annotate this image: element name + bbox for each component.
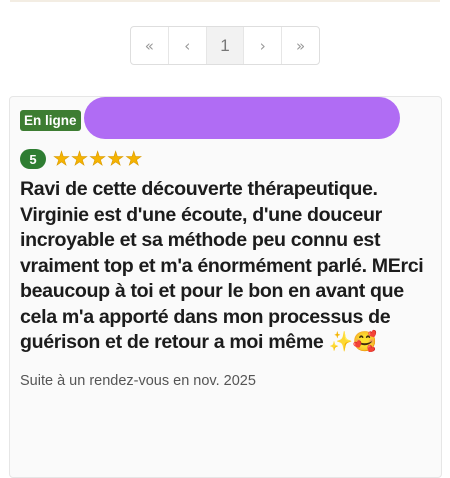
online-status-badge: En ligne [20, 110, 81, 131]
review-text: Ravi de cette découverte thérapeutique. … [20, 178, 424, 353]
rating-badge: 5 [20, 149, 46, 169]
star-icon: ★ [107, 148, 125, 170]
star-icon: ★ [71, 148, 89, 170]
star-rating: ★ ★ ★ ★ ★ [53, 148, 143, 170]
pagination: « ‹ 1 › » [130, 26, 320, 65]
review-card: En ligne - 5 ★ ★ ★ ★ ★ Ravi de cette déc… [9, 96, 442, 478]
previous-page-button[interactable]: ‹ [169, 27, 207, 64]
current-page-button[interactable]: 1 [206, 27, 245, 64]
visit-note: Suite à un rendez-vous en nov. 2025 [20, 373, 256, 389]
star-icon: ★ [53, 148, 71, 170]
last-page-button[interactable]: » [282, 27, 319, 64]
top-divider [10, 0, 440, 2]
first-page-button[interactable]: « [131, 27, 169, 64]
rating-row: 5 ★ ★ ★ ★ ★ [20, 149, 143, 169]
review-meta: En ligne - [20, 110, 89, 131]
next-page-button[interactable]: › [244, 27, 283, 64]
star-icon: ★ [125, 148, 143, 170]
star-icon: ★ [89, 148, 107, 170]
redacted-reviewer-name [84, 97, 400, 139]
